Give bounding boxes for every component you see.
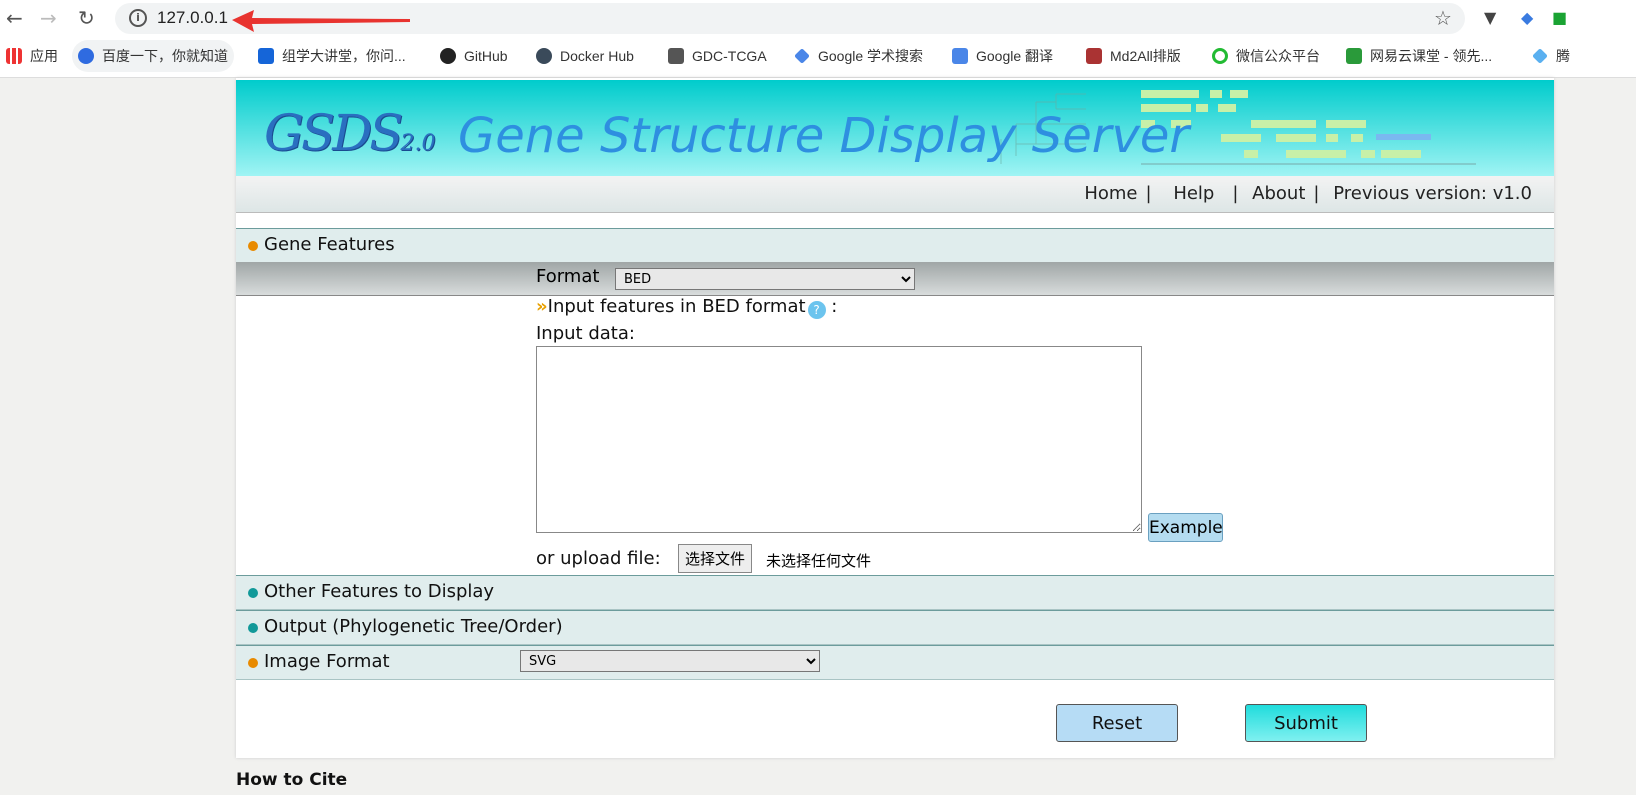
bookmarks-bar: 应用 百度一下，你就知道 组学大讲堂，你问... GitHub Docker H… — [0, 40, 1636, 74]
scholar-icon — [794, 48, 810, 64]
section-output[interactable]: Output (Phylogenetic Tree/Order) — [236, 610, 1554, 645]
bookmark-netease[interactable]: 网易云课堂 - 领先... — [1340, 40, 1498, 72]
bookmark-baidu[interactable]: 百度一下，你就知道 — [72, 40, 234, 72]
how-to-cite-heading: How to Cite — [236, 770, 348, 790]
choose-file-button[interactable]: 选择文件 — [678, 544, 753, 573]
docker-icon — [536, 48, 552, 64]
baidu-icon — [78, 48, 94, 64]
bullet-icon — [248, 588, 258, 598]
netease-icon — [1346, 48, 1362, 64]
bookmark-wechat[interactable]: 微信公众平台 — [1206, 40, 1326, 72]
bullet-icon — [248, 241, 258, 251]
bullet-icon — [248, 623, 258, 633]
header-banner: GSDS2.0 Gene Structure Display Server — [236, 80, 1554, 176]
md2all-icon — [1086, 48, 1102, 64]
extension-icon[interactable]: ■ — [1552, 8, 1567, 27]
bookmark-tencent[interactable]: 腾 — [1526, 40, 1576, 72]
site-title: Gene Structure Display Server — [458, 108, 1190, 164]
bookmark-gdc[interactable]: GDC-TCGA — [662, 40, 773, 72]
double-chevron-icon: » — [536, 296, 548, 317]
red-arrow-annotation — [232, 10, 410, 32]
bookmark-apps[interactable]: 应用 — [0, 40, 64, 72]
example-button[interactable]: Example — [1148, 513, 1223, 542]
file-status: 未选择任何文件 — [766, 552, 872, 570]
section-image-format: Image Format — [236, 645, 1554, 680]
bookmark-github[interactable]: GitHub — [434, 40, 514, 72]
reset-button[interactable]: Reset — [1056, 704, 1178, 742]
apps-grid-icon — [6, 48, 22, 64]
input-data-label: Input data: — [536, 323, 635, 344]
bookmark-md2all[interactable]: Md2All排版 — [1080, 40, 1187, 72]
format-label: Format — [536, 266, 600, 287]
github-icon — [440, 48, 456, 64]
back-icon[interactable]: ← — [6, 6, 23, 30]
bullet-icon — [248, 658, 258, 668]
bookmark-translate[interactable]: Google 翻译 — [946, 40, 1059, 72]
format-row: Format BED — [236, 262, 1554, 296]
gdc-icon — [668, 48, 684, 64]
bookmark-docker[interactable]: Docker Hub — [530, 40, 640, 72]
input-data-textarea[interactable] — [536, 346, 1142, 533]
gsds-page: GSDS2.0 Gene Structure Display Server Ho… — [236, 78, 1554, 758]
upload-label: or upload file: — [536, 548, 661, 569]
gsds-logo: GSDS2.0 — [264, 104, 436, 162]
section-gene-features[interactable]: Gene Features — [236, 228, 1554, 263]
bookmark-scholar[interactable]: Google 学术搜索 — [788, 40, 929, 72]
url-text[interactable]: 127.0.0.1 — [157, 8, 228, 28]
reload-icon[interactable]: ↻ — [78, 6, 95, 30]
omics-icon — [258, 48, 274, 64]
nav-home[interactable]: Home — [1084, 183, 1137, 204]
help-icon[interactable]: ? — [807, 301, 826, 319]
forward-icon[interactable]: → — [40, 6, 57, 30]
image-format-select[interactable]: SVG — [520, 650, 820, 672]
format-select[interactable]: BED — [615, 268, 915, 290]
bookmark-star-icon[interactable]: ☆ — [1434, 6, 1452, 30]
translate-icon — [952, 48, 968, 64]
nav-previous-version[interactable]: Previous version: v1.0 — [1333, 183, 1532, 204]
info-icon[interactable]: i — [129, 9, 147, 27]
top-nav: Home | Help | About | Previous version: v1.… — [236, 176, 1554, 213]
input-hint: »Input features in BED format? : — [536, 296, 838, 319]
extension-icon[interactable]: ◆ — [1521, 8, 1533, 27]
section-other-features[interactable]: Other Features to Display — [236, 575, 1554, 610]
submit-button[interactable]: Submit — [1245, 704, 1367, 742]
wechat-icon — [1212, 48, 1228, 64]
extension-icon[interactable]: ▼ — [1484, 8, 1496, 27]
tencent-icon — [1532, 48, 1548, 64]
nav-about[interactable]: About — [1252, 183, 1305, 204]
nav-help[interactable]: Help — [1173, 183, 1214, 204]
bookmark-omics[interactable]: 组学大讲堂，你问... — [252, 40, 412, 72]
browser-chrome: ← → ↻ i 127.0.0.1 ☆ ▼ ◆ ■ 应用 百度一下，你就知道 组… — [0, 0, 1636, 78]
